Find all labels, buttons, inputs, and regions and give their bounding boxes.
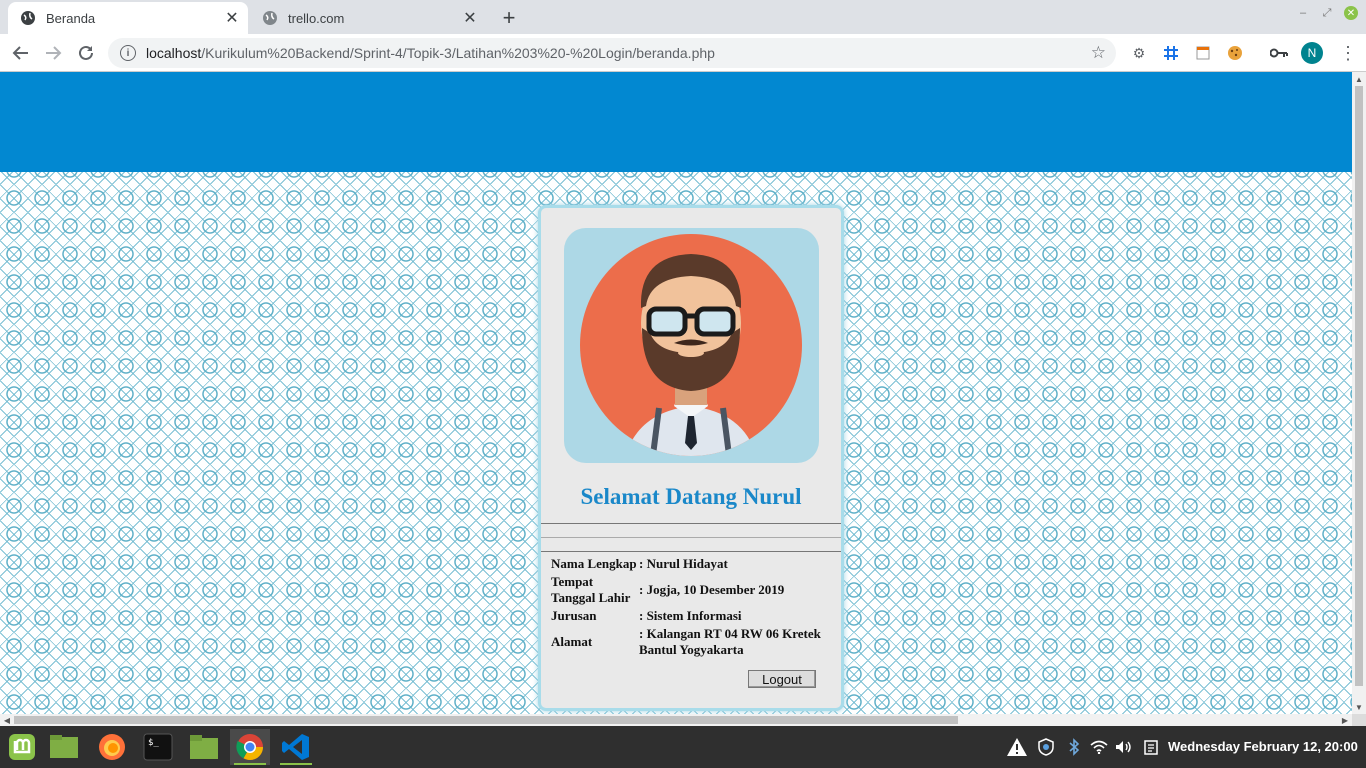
mint-menu-icon[interactable] (2, 729, 42, 765)
warning-icon[interactable] (1006, 736, 1028, 758)
tab-title: Beranda (46, 10, 96, 26)
close-window-icon[interactable]: ✕ (1344, 6, 1358, 20)
scroll-right-icon[interactable]: ▶ (1338, 714, 1352, 726)
url-host: localhost (146, 45, 202, 61)
tab-title: trello.com (288, 10, 345, 26)
label-alamat: Alamat (551, 634, 593, 649)
cookie-extension-icon[interactable] (1224, 42, 1246, 64)
show-desktop-icon[interactable] (44, 729, 84, 765)
minimize-icon[interactable]: – (1296, 6, 1310, 20)
tab-trello[interactable]: trello.com ✕ (250, 2, 486, 34)
wifi-icon[interactable] (1088, 736, 1110, 758)
firefox-icon[interactable] (92, 729, 132, 765)
window-controls: – ⤢ ✕ (1296, 6, 1358, 20)
star-icon[interactable]: ☆ (1091, 43, 1106, 63)
profile-avatar[interactable]: N (1301, 42, 1323, 64)
divider (541, 537, 841, 538)
table-row: Nama Lengkap : Nurul Hidayat (551, 555, 836, 573)
close-tab-icon[interactable]: ✕ (460, 8, 480, 28)
profile-table: Nama Lengkap : Nurul Hidayat Tempat Tang… (551, 555, 836, 659)
logout-button[interactable]: Logout (748, 670, 816, 688)
chrome-icon[interactable] (230, 729, 270, 765)
tab-bar: Beranda ✕ trello.com ✕ + – ⤢ ✕ (0, 0, 1366, 34)
divider (541, 551, 841, 552)
scrollbar-thumb[interactable] (14, 716, 958, 724)
table-row: Jurusan : Sistem Informasi (551, 607, 836, 625)
value-jurusan: : Sistem Informasi (639, 608, 742, 623)
settings-extension-icon[interactable]: ⚙ (1128, 42, 1150, 64)
value-ttl: : Jogja, 10 Desember 2019 (639, 582, 785, 597)
value-alamat: : Kalangan RT 04 RW 06 Kretek Bantul Yog… (639, 626, 821, 657)
info-icon[interactable]: i (120, 45, 136, 61)
new-tab-button[interactable]: + (496, 5, 522, 31)
svg-text:$_: $_ (148, 738, 159, 748)
table-row: Tempat Tanggal Lahir : Jogja, 10 Desembe… (551, 573, 836, 607)
close-tab-icon[interactable]: ✕ (222, 8, 242, 28)
forward-icon[interactable] (40, 40, 66, 66)
url-path: /Kurikulum%20Backend/Sprint-4/Topik-3/La… (201, 45, 715, 61)
terminal-icon[interactable]: $_ (138, 729, 178, 765)
clipboard-icon[interactable] (1140, 736, 1162, 758)
scrollbar-thumb[interactable] (1355, 86, 1363, 686)
clock[interactable]: Wednesday February 12, 20:00 (1168, 739, 1358, 754)
files-icon[interactable] (184, 729, 224, 765)
scrollbar-corner (1352, 714, 1366, 726)
vertical-scrollbar[interactable]: ▲ ▼ (1352, 72, 1366, 714)
value-nama: : Nurul Hidayat (639, 556, 728, 571)
scroll-down-icon[interactable]: ▼ (1352, 700, 1366, 714)
welcome-heading: Selamat Datang Nurul (580, 484, 802, 509)
reload-icon[interactable] (73, 40, 99, 66)
back-icon[interactable] (8, 40, 34, 66)
profile-card: Selamat Datang Nurul Nama Lengkap : Nuru… (538, 205, 844, 711)
more-menu-icon[interactable]: ⋮ (1338, 42, 1358, 64)
label-nama: Nama Lengkap (551, 556, 637, 571)
vscode-icon[interactable] (276, 729, 316, 765)
bluetooth-icon[interactable] (1063, 736, 1085, 758)
globe-icon (20, 10, 36, 26)
globe-icon (262, 10, 278, 26)
browser-chrome: Beranda ✕ trello.com ✕ + – ⤢ ✕ i localho… (0, 0, 1366, 72)
shield-icon[interactable] (1035, 736, 1057, 758)
page-viewport: Selamat Datang Nurul Nama Lengkap : Nuru… (0, 72, 1352, 714)
label-jurusan: Jurusan (551, 608, 597, 623)
maximize-icon[interactable]: ⤢ (1320, 6, 1334, 20)
grid-extension-icon[interactable] (1160, 42, 1182, 64)
divider (541, 523, 841, 524)
scroll-left-icon[interactable]: ◀ (0, 714, 14, 726)
volume-icon[interactable] (1113, 736, 1135, 758)
address-bar[interactable]: i localhost/Kurikulum%20Backend/Sprint-4… (108, 38, 1116, 68)
avatar (564, 228, 819, 463)
table-row: Alamat : Kalangan RT 04 RW 06 Kretek Ban… (551, 625, 836, 659)
active-indicator (280, 763, 312, 765)
label-ttl: Tempat Tanggal Lahir (551, 574, 631, 605)
calendar-extension-icon[interactable] (1192, 42, 1214, 64)
key-icon[interactable] (1268, 42, 1290, 64)
active-indicator (234, 763, 266, 765)
page-header-bar (0, 72, 1352, 172)
taskbar: $_ Wednesday February 12, 20:00 (0, 726, 1366, 768)
scroll-up-icon[interactable]: ▲ (1352, 72, 1366, 86)
tab-beranda[interactable]: Beranda ✕ (8, 2, 248, 34)
toolbar: i localhost/Kurikulum%20Backend/Sprint-4… (0, 34, 1366, 72)
horizontal-scrollbar[interactable]: ◀ ▶ (0, 714, 1352, 726)
